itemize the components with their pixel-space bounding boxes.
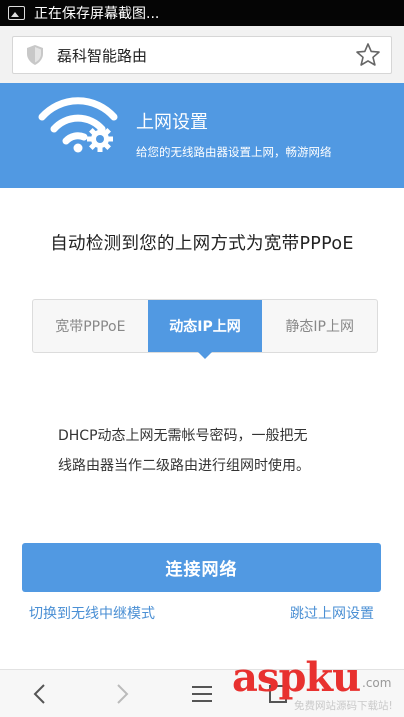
browser-toolbar: 磊科智能路由 (0, 26, 404, 83)
tab-static-ip[interactable]: 静态IP上网 (262, 300, 377, 352)
site-title: 磊科智能路由 (57, 46, 148, 65)
connection-type-tabs: 宽带PPPoE 动态IP上网 静态IP上网 (32, 299, 378, 359)
skip-setup-link[interactable]: 跳过上网设置 (290, 603, 374, 623)
address-bar[interactable]: 磊科智能路由 (12, 36, 392, 74)
tab-pppoe[interactable]: 宽带PPPoE (33, 300, 148, 352)
wifi-settings-icon (38, 97, 118, 153)
detect-result-text: 自动检测到您的上网方式为宽带PPPoE (50, 234, 354, 254)
mode-description: DHCP动态上网无需帐号密码，一般把无 线路由器当作二级路由进行组网时使用。 (58, 421, 358, 481)
connect-network-button[interactable]: 连接网络 (22, 543, 381, 592)
watermark: aspku .com 免费网站源码下载站! (232, 654, 404, 717)
bookmark-star-icon[interactable] (355, 42, 381, 68)
menu-icon[interactable] (190, 682, 214, 706)
tab-dynamic-ip[interactable]: 动态IP上网 (147, 300, 263, 359)
back-icon[interactable] (28, 682, 52, 706)
page-header: 上网设置 给您的无线路由器设置上网，畅游网络 (0, 83, 404, 188)
description-line-1: DHCP动态上网无需帐号密码，一般把无 (58, 428, 308, 444)
page-title: 上网设置 (136, 112, 208, 133)
description-line-2: 线路由器当作二级路由进行组网时使用。 (58, 458, 310, 474)
screen: 正在保存屏幕截图... 磊科智能路由 上网设置 给您的无线路由器设置上网，畅游网… (0, 0, 404, 717)
shield-icon (27, 45, 43, 65)
watermark-domain: .com (362, 676, 392, 690)
status-text: 正在保存屏幕截图... (34, 6, 160, 22)
screenshot-icon (8, 6, 25, 20)
watermark-tagline: 免费网站源码下载站! (294, 700, 393, 712)
forward-icon[interactable] (110, 682, 134, 706)
switch-repeater-mode-link[interactable]: 切换到无线中继模式 (29, 603, 155, 623)
status-bar: 正在保存屏幕截图... (0, 0, 404, 26)
page-subtitle: 给您的无线路由器设置上网，畅游网络 (136, 145, 332, 159)
watermark-logo: aspku (232, 654, 361, 701)
